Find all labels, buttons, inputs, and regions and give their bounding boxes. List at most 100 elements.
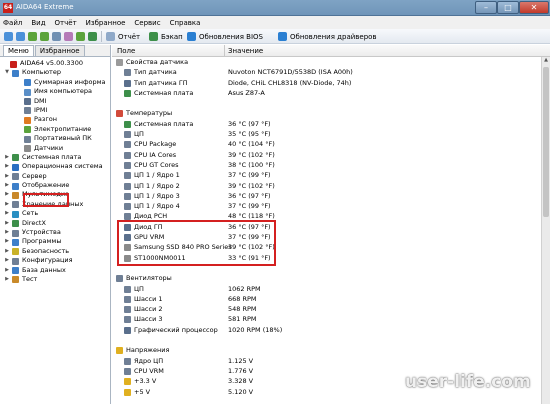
refresh-icon[interactable] — [40, 32, 49, 41]
tree-item-windows[interactable]: ▶ Операционная система — [0, 162, 110, 171]
chart-icon[interactable] — [64, 32, 73, 41]
aida64-app-icon[interactable]: 64 — [3, 3, 13, 13]
sensor-row[interactable]: CPU GT Cores 38 °C (100 °F) — [112, 160, 550, 170]
tree-item-laptop[interactable]: Портативный ПК — [0, 134, 110, 143]
sensor-row[interactable]: Системная плата 36 °C (97 °F) — [112, 119, 550, 129]
sensor-row[interactable]: ЦП 1062 RPM — [112, 284, 550, 294]
expand-icon[interactable]: ▶ — [4, 219, 10, 228]
user-icon[interactable] — [52, 32, 61, 41]
sensor-row[interactable]: ЦП 35 °C (95 °F) — [112, 129, 550, 139]
details-panel: Поле Значение Свойства датчика Тип датчик… — [112, 45, 550, 404]
back-icon[interactable] — [4, 32, 13, 41]
tree-item-config[interactable]: ▶ Конфигурация — [0, 256, 110, 265]
sensor-row[interactable]: Шасси 1 668 RPM — [112, 294, 550, 304]
sensor-row[interactable]: ЦП 1 / Ядро 2 39 °C (102 °F) — [112, 181, 550, 191]
tree-item-power[interactable]: Электропитание — [0, 125, 110, 134]
tree-item-info[interactable]: Суммарная информа — [0, 78, 110, 87]
favorites-icon[interactable] — [76, 32, 85, 41]
tree-item-sensor[interactable]: Датчики — [0, 144, 110, 153]
expand-icon[interactable]: ▶ — [4, 190, 10, 199]
expand-icon[interactable]: ▶ — [4, 162, 10, 171]
driver-update-button[interactable]: Обновления драйверов — [278, 30, 377, 43]
tree-item-server[interactable]: ▶ Сервер — [0, 172, 110, 181]
expand-icon[interactable]: ▶ — [4, 247, 10, 256]
tree-item-label: Отображение — [22, 181, 70, 190]
bios-update-button[interactable]: Обновления BIOS — [187, 30, 263, 43]
chip-icon — [24, 98, 31, 106]
sensor-row[interactable]: Шасси 3 581 RPM — [112, 314, 550, 324]
sensor-row[interactable]: ЦП 1 / Ядро 4 37 °C (99 °F) — [112, 201, 550, 211]
expand-icon[interactable]: ▶ — [4, 209, 10, 218]
bios-update-label: Обновления BIOS — [199, 32, 263, 41]
scrollbar-thumb[interactable] — [543, 67, 549, 217]
up-arrow-icon[interactable] — [28, 32, 37, 41]
tree-item-chip[interactable]: DMI — [0, 97, 110, 106]
sensor-row[interactable]: ЦП 1 / Ядро 3 36 °C (97 °F) — [112, 191, 550, 201]
report-button[interactable]: Отчёт — [106, 30, 140, 43]
programs-icon — [12, 238, 19, 246]
expand-icon[interactable]: ▶ — [4, 172, 10, 181]
scroll-up-icon[interactable]: ▲ — [542, 57, 550, 65]
sensor-row[interactable]: CPU IA Cores 39 °C (102 °F) — [112, 150, 550, 160]
tree-item-devices[interactable]: ▶ Устройства — [0, 228, 110, 237]
backup-button[interactable]: Бэкап — [149, 30, 183, 43]
expand-icon[interactable]: ▶ — [4, 200, 10, 209]
group-header[interactable]: Свойства датчика — [112, 57, 550, 67]
menu-favorites[interactable]: Избранное — [86, 19, 126, 27]
menu-report[interactable]: Отчёт — [55, 19, 77, 27]
field-column-header[interactable]: Поле — [117, 47, 135, 55]
group-header[interactable]: Температуры — [112, 108, 550, 118]
expand-icon[interactable]: ▶ — [4, 153, 10, 162]
menu-tools[interactable]: Сервис — [134, 19, 160, 27]
sensor-row[interactable]: Ядро ЦП 1.125 V — [112, 356, 550, 366]
tree-item-directx[interactable]: ▶ DirectX — [0, 219, 110, 228]
sensor-row[interactable]: Системная плата Asus Z87-A — [112, 88, 550, 98]
sensor-value: 39 °C (102 °F) — [228, 181, 275, 190]
tab-favorites[interactable]: Избранное — [34, 45, 85, 56]
tree-item-database[interactable]: ▶ База данных — [0, 266, 110, 275]
sensor-row[interactable]: Графический процессор 1020 RPM (18%) — [112, 325, 550, 335]
expand-icon[interactable]: ▶ — [4, 275, 10, 284]
sensor-row[interactable]: CPU Package 40 °C (104 °F) — [112, 139, 550, 149]
close-icon: ✕ — [530, 3, 538, 12]
tab-menu[interactable]: Меню — [3, 45, 34, 56]
tree-item-label: Портативный ПК — [34, 134, 92, 143]
component-icon[interactable] — [88, 32, 97, 41]
menu-view[interactable]: Вид — [31, 19, 45, 27]
tree-item-motherboard[interactable]: ▶ Системная плата — [0, 153, 110, 162]
sensor-row[interactable]: Шасси 2 548 RPM — [112, 304, 550, 314]
tree-item-label: Конфигурация — [22, 256, 73, 265]
tree-item-display[interactable]: ▶ Отображение — [0, 181, 110, 190]
group-header[interactable]: Вентиляторы — [112, 273, 550, 283]
tree-item-security[interactable]: ▶ Безопасность — [0, 247, 110, 256]
close-button[interactable]: ✕ — [519, 1, 549, 14]
minimize-button[interactable]: – — [475, 1, 497, 14]
forward-icon[interactable] — [16, 32, 25, 41]
tree-item-chip[interactable]: IPMI — [0, 106, 110, 115]
driver-update-label: Обновления драйверов — [290, 32, 377, 41]
tree-item-test[interactable]: ▶ Тест — [0, 275, 110, 284]
menu-help[interactable]: Справка — [170, 19, 201, 27]
tree-item-network[interactable]: ▶ Сеть — [0, 209, 110, 218]
tree-item-aida[interactable]: AIDA64 v5.00.3300 — [0, 59, 110, 68]
value-column-header[interactable]: Значение — [228, 47, 263, 55]
vertical-scrollbar[interactable]: ▲ — [541, 57, 550, 404]
tree-item-computer[interactable]: ▼ Компьютер — [0, 68, 110, 77]
backup-label: Бэкап — [161, 32, 183, 41]
menu-file[interactable]: Файл — [3, 19, 22, 27]
collapse-icon[interactable]: ▼ — [4, 68, 10, 77]
tree-item-flame[interactable]: Разгон — [0, 115, 110, 124]
sensor-row[interactable]: Тип датчика ГП Diode, CHiL CHL8318 (NV-Di… — [112, 78, 550, 88]
maximize-button[interactable]: □ — [497, 1, 519, 14]
fan-icon — [124, 306, 131, 314]
expand-icon[interactable]: ▶ — [4, 181, 10, 190]
group-header[interactable]: Напряжения — [112, 345, 550, 355]
expand-icon[interactable]: ▶ — [4, 237, 10, 246]
tree-item-programs[interactable]: ▶ Программы — [0, 237, 110, 246]
expand-icon[interactable]: ▶ — [4, 256, 10, 265]
expand-icon[interactable]: ▶ — [4, 266, 10, 275]
sensor-row[interactable]: Тип датчика Nuvoton NCT6791D/5538D (ISA A… — [112, 67, 550, 77]
expand-icon[interactable]: ▶ — [4, 228, 10, 237]
tree-item-computer[interactable]: Имя компьютера — [0, 87, 110, 96]
sensor-row[interactable]: ЦП 1 / Ядро 1 37 °C (99 °F) — [112, 170, 550, 180]
